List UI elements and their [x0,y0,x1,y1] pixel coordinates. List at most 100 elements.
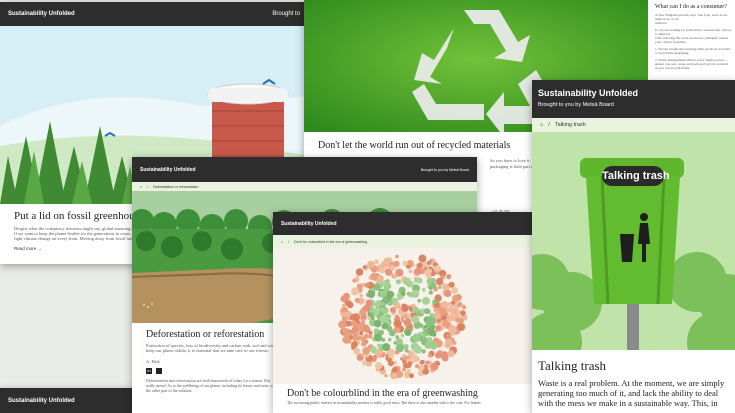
plate-dot [376,343,381,348]
plate-dot [411,290,420,298]
plate-dot [401,303,407,309]
brand-name[interactable]: Sustainability Unfolded [140,167,196,173]
breadcrumb: ⌂ / Don't be colourblind in the era of gr… [273,235,533,248]
plate-dot [399,312,404,317]
plate-dot [402,260,408,266]
article-card-partial[interactable]: Sustainability Unfolded [0,388,140,413]
site-header: Sustainability Unfolded Brought to you b… [532,80,735,118]
plate-dot [395,254,399,259]
plate-dot [428,290,433,295]
tip-list-item: 2. Waste management affects every single… [655,58,729,70]
plate-dot [359,331,364,336]
brand-name[interactable]: Sustainability Unfolded [8,398,75,404]
plate-dot [364,282,370,288]
plate-dot [404,348,409,353]
plate-dot [362,324,370,332]
plate-dot [448,325,457,334]
plate-dot [395,335,400,339]
plate-dot [380,307,385,312]
plate-dot [381,353,385,358]
breadcrumb: ⌂ / Deforestation or reforestation [132,182,477,191]
plate-dot [452,295,459,302]
article-title[interactable]: Talking trash [538,358,729,374]
plate-dot [385,279,390,284]
header-sponsor: Brought to you by Metsä Board [420,167,469,172]
site-header: Sustainability Unfolded Brought to [0,2,308,26]
plate-dot [414,267,423,275]
plate-dot [451,287,458,294]
plate-dot [408,269,413,274]
plate-dot [373,283,381,291]
brand-name[interactable]: Sustainability Unfolded [8,11,75,17]
breadcrumb-current: Talking trash [554,122,586,128]
plate-dot [354,277,360,283]
plate-dot [393,302,401,310]
sidebar-text: your everyday life, here are three to in… [655,36,729,44]
brand-name[interactable]: Sustainability Unfolded [538,88,729,98]
plate-dot [381,260,389,269]
plate-dot [359,293,363,298]
plate-dot [374,259,379,265]
plate-dot [426,316,433,322]
plate-dot [422,333,427,338]
plate-dot [342,335,351,344]
plate-dot [340,312,345,317]
plate-dot [397,296,401,301]
plate-dot [367,260,375,269]
home-icon[interactable]: ⌂ [140,185,142,189]
arrow-right-icon: → [37,246,43,251]
plate-dot [435,325,441,331]
plate-dot [430,282,437,289]
plate-dot [436,308,440,312]
breadcrumb-current: Deforestation or reforestation [153,184,199,189]
plate-dot [429,259,433,263]
header-sponsor: Brought to you by Metsä Board [538,102,614,108]
plate-dot [393,260,400,268]
sidebar-heading: What can I do as a consumer? [655,4,727,10]
plate-dot [368,331,373,335]
plate-dot [447,350,455,358]
home-icon[interactable]: ⌂ [281,240,283,244]
article-title[interactable]: Don't be colourblind in the era of green… [287,388,519,399]
plate-dot [428,353,432,358]
plate-dot [359,309,366,316]
plate-dot [425,265,430,269]
plate-dot [430,343,437,350]
plate-dot [393,319,402,328]
plate-dot [420,360,425,365]
plate-dot [403,344,409,350]
article-card-talking-trash[interactable]: Sustainability Unfolded Brought to you b… [532,80,735,413]
linkedin-icon[interactable]: in [146,368,152,374]
twitter-icon[interactable] [156,368,162,374]
plate-dot [341,327,349,335]
plate-dot [406,313,412,318]
sidebar-text: without." [655,21,668,25]
plate-dot [407,361,412,366]
sidebar-text: If you are looking for some more concret… [655,28,732,36]
plate-dot [439,308,447,316]
hero-colorblind-test [273,248,533,384]
home-icon[interactable]: ⌂ [540,122,543,128]
hero-trash-bin-image: Talking trash [532,132,735,350]
plate-dot [461,304,467,310]
plate-dot [360,352,365,357]
plate-dot [447,314,455,322]
plate-dot [397,366,401,370]
plate-dot [386,290,394,299]
plate-dot [387,337,392,342]
article-excerpt-line: The increasing public interest in sustai… [287,401,481,405]
plate-dot [390,372,398,380]
plate-dot [379,315,387,323]
brand-name[interactable]: Sustainability Unfolded [281,221,337,227]
plate-dot [436,362,441,366]
plate-dot [446,274,452,280]
plate-dot [370,312,375,316]
plate-dot [355,268,364,276]
plate-dot [460,310,466,316]
plate-dot [400,333,405,338]
plate-dot [415,364,420,369]
article-card-greenwashing[interactable]: Sustainability Unfolded ⌂ / Don't be colo… [273,212,533,413]
plate-dot [428,329,436,337]
plate-dot [411,315,420,324]
plate-dot [368,334,373,339]
